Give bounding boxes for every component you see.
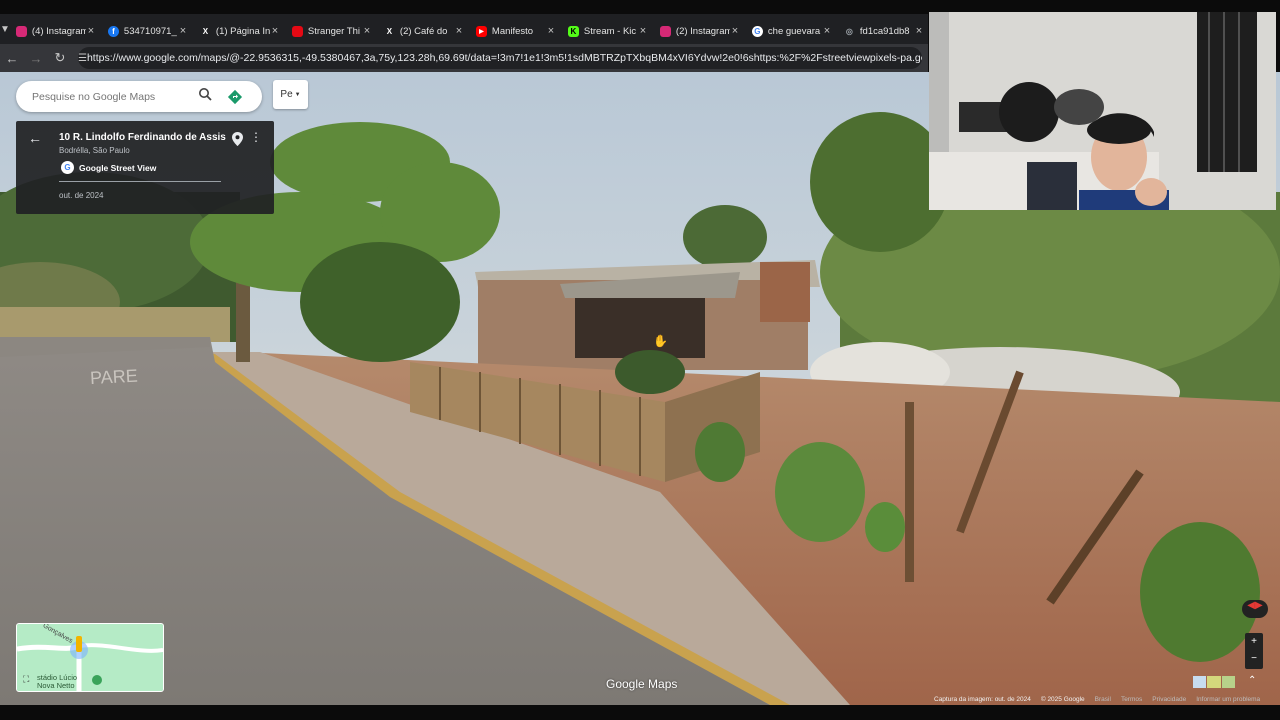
collapse-up-icon[interactable]: ⌃ bbox=[1248, 675, 1256, 686]
layer-selector-button[interactable]: Pe ▼ bbox=[273, 80, 308, 109]
browser-tab[interactable]: f 534710971_ × bbox=[102, 18, 194, 44]
map-pin-icon[interactable] bbox=[232, 132, 243, 151]
address-title: 10 R. Lindolfo Ferdinando de Assis bbox=[59, 132, 226, 143]
browser-tab[interactable]: (4) Instagram × bbox=[10, 18, 102, 44]
maps-search-box bbox=[16, 81, 262, 112]
terrain-thumbnail[interactable] bbox=[1221, 676, 1235, 688]
browser-tab[interactable]: Gche guevara × bbox=[746, 18, 838, 44]
screen-bottom-border bbox=[0, 705, 1280, 720]
street-view-source-label: Google Street View bbox=[79, 162, 157, 173]
address-city: Bodrélla, São Paulo bbox=[59, 146, 130, 155]
directions-icon[interactable] bbox=[224, 86, 246, 108]
back-arrow-icon[interactable]: ← bbox=[0, 51, 24, 66]
youtube-icon: ▶ bbox=[475, 25, 487, 37]
browser-tab[interactable]: Stranger Thi × bbox=[286, 18, 378, 44]
browser-tab[interactable]: (2) Instagram × bbox=[654, 18, 746, 44]
capture-date[interactable]: out. de 2024 bbox=[59, 191, 103, 200]
facebook-icon: f bbox=[107, 25, 119, 37]
divider bbox=[59, 181, 221, 182]
browser-tab-title: 534710971_ bbox=[123, 25, 177, 37]
zoom-in-button[interactable]: + bbox=[1245, 633, 1263, 651]
browser-tab-title: fd1ca91db8 bbox=[859, 25, 910, 37]
street-view-info-card: ← 10 R. Lindolfo Ferdinando de Assis Bod… bbox=[16, 121, 274, 214]
close-icon[interactable]: × bbox=[86, 25, 96, 37]
chevron-down-icon: ▼ bbox=[0, 23, 10, 35]
expand-icon[interactable]: ⛶ bbox=[23, 674, 29, 685]
webcam-image bbox=[929, 12, 1276, 210]
mini-map[interactable]: Gonçalves stádio Lúcio Nova Netto ⛶ bbox=[16, 623, 164, 692]
google-maps-logo: Google Maps bbox=[606, 677, 678, 691]
browser-tab[interactable]: ◎ fd1ca91db8 × bbox=[838, 18, 930, 44]
browser-tab-strip: ▼ (4) Instagram × f 534710971_ × X (1) Página … bbox=[0, 14, 928, 44]
close-icon[interactable]: × bbox=[270, 25, 280, 37]
browser-tab-title: (2) Café do bbox=[399, 25, 448, 37]
browser-tab-title: Stream - Kic bbox=[583, 25, 637, 37]
instagram-icon bbox=[15, 25, 27, 37]
close-icon[interactable]: × bbox=[914, 25, 924, 37]
satellite-thumbnail[interactable] bbox=[1207, 676, 1221, 688]
address-bar[interactable]: ☰ https://www.google.com/maps/@-22.95363… bbox=[78, 47, 922, 69]
layer-selector-label: Pe bbox=[280, 89, 293, 100]
mini-map-place-label: stádio Lúcio Nova Netto bbox=[37, 673, 78, 690]
google-icon: G bbox=[751, 25, 763, 37]
browser-tab[interactable]: ▶ Manifesto × bbox=[470, 18, 562, 44]
tab-search-button[interactable]: ▼ bbox=[0, 14, 10, 44]
browser-tab-title: Manifesto bbox=[491, 25, 534, 37]
close-icon[interactable]: × bbox=[362, 25, 372, 37]
close-icon[interactable]: × bbox=[454, 25, 464, 37]
browser-tab-title: (2) Instagram bbox=[675, 25, 730, 37]
google-icon: G bbox=[61, 161, 74, 174]
back-arrow-icon[interactable]: ← bbox=[28, 130, 42, 146]
address-url: https://www.google.com/maps/@-22.9536315… bbox=[86, 52, 922, 64]
maps-search-input[interactable] bbox=[30, 89, 194, 104]
webcam-overlay bbox=[929, 12, 1276, 210]
cursor-icon: ✋ bbox=[653, 334, 668, 348]
browser-tab[interactable]: K Stream - Kic × bbox=[562, 18, 654, 44]
close-icon[interactable]: × bbox=[822, 25, 832, 37]
compass-control[interactable]: ◀▶ bbox=[1242, 600, 1268, 618]
browser-tab[interactable]: X (1) Página In × bbox=[194, 18, 286, 44]
compass-icon: ◀▶ bbox=[1247, 600, 1263, 611]
site-info-icon[interactable]: ☰ bbox=[78, 53, 87, 64]
more-options-icon[interactable]: ⋮ bbox=[250, 130, 262, 144]
close-icon[interactable]: × bbox=[638, 25, 648, 37]
street-view-source[interactable]: G Google Street View bbox=[61, 161, 156, 174]
globe-icon: ◎ bbox=[845, 26, 853, 36]
browser-tab-title: Stranger Thi bbox=[307, 25, 361, 37]
close-icon[interactable]: × bbox=[178, 25, 188, 37]
close-icon[interactable]: × bbox=[730, 25, 740, 37]
instagram-icon bbox=[659, 25, 671, 37]
zoom-out-button[interactable]: − bbox=[1245, 651, 1263, 669]
caret-down-icon: ▼ bbox=[294, 91, 301, 98]
map-thumbnail[interactable] bbox=[1193, 676, 1207, 688]
forward-arrow-icon[interactable]: → bbox=[24, 51, 48, 66]
netflix-icon bbox=[291, 25, 303, 37]
x-icon: X bbox=[386, 26, 393, 36]
browser-tab-title: (1) Página In bbox=[215, 25, 270, 37]
kick-icon: K bbox=[567, 25, 579, 37]
zoom-control: + − bbox=[1245, 633, 1263, 669]
road-marking-text: PARE bbox=[89, 366, 138, 388]
browser-toolbar: ← → ↻ ☰ https://www.google.com/maps/@-22… bbox=[0, 44, 928, 72]
close-icon[interactable]: × bbox=[546, 25, 556, 37]
browser-tab-title: (4) Instagram bbox=[31, 25, 86, 37]
imagery-thumbnails[interactable] bbox=[1193, 676, 1235, 688]
browser-tab[interactable]: X (2) Café do × bbox=[378, 18, 470, 44]
browser-tab-title: che guevara bbox=[767, 25, 821, 37]
search-icon[interactable] bbox=[194, 87, 216, 106]
x-icon: X bbox=[202, 26, 209, 36]
reload-icon[interactable]: ↻ bbox=[48, 50, 72, 66]
